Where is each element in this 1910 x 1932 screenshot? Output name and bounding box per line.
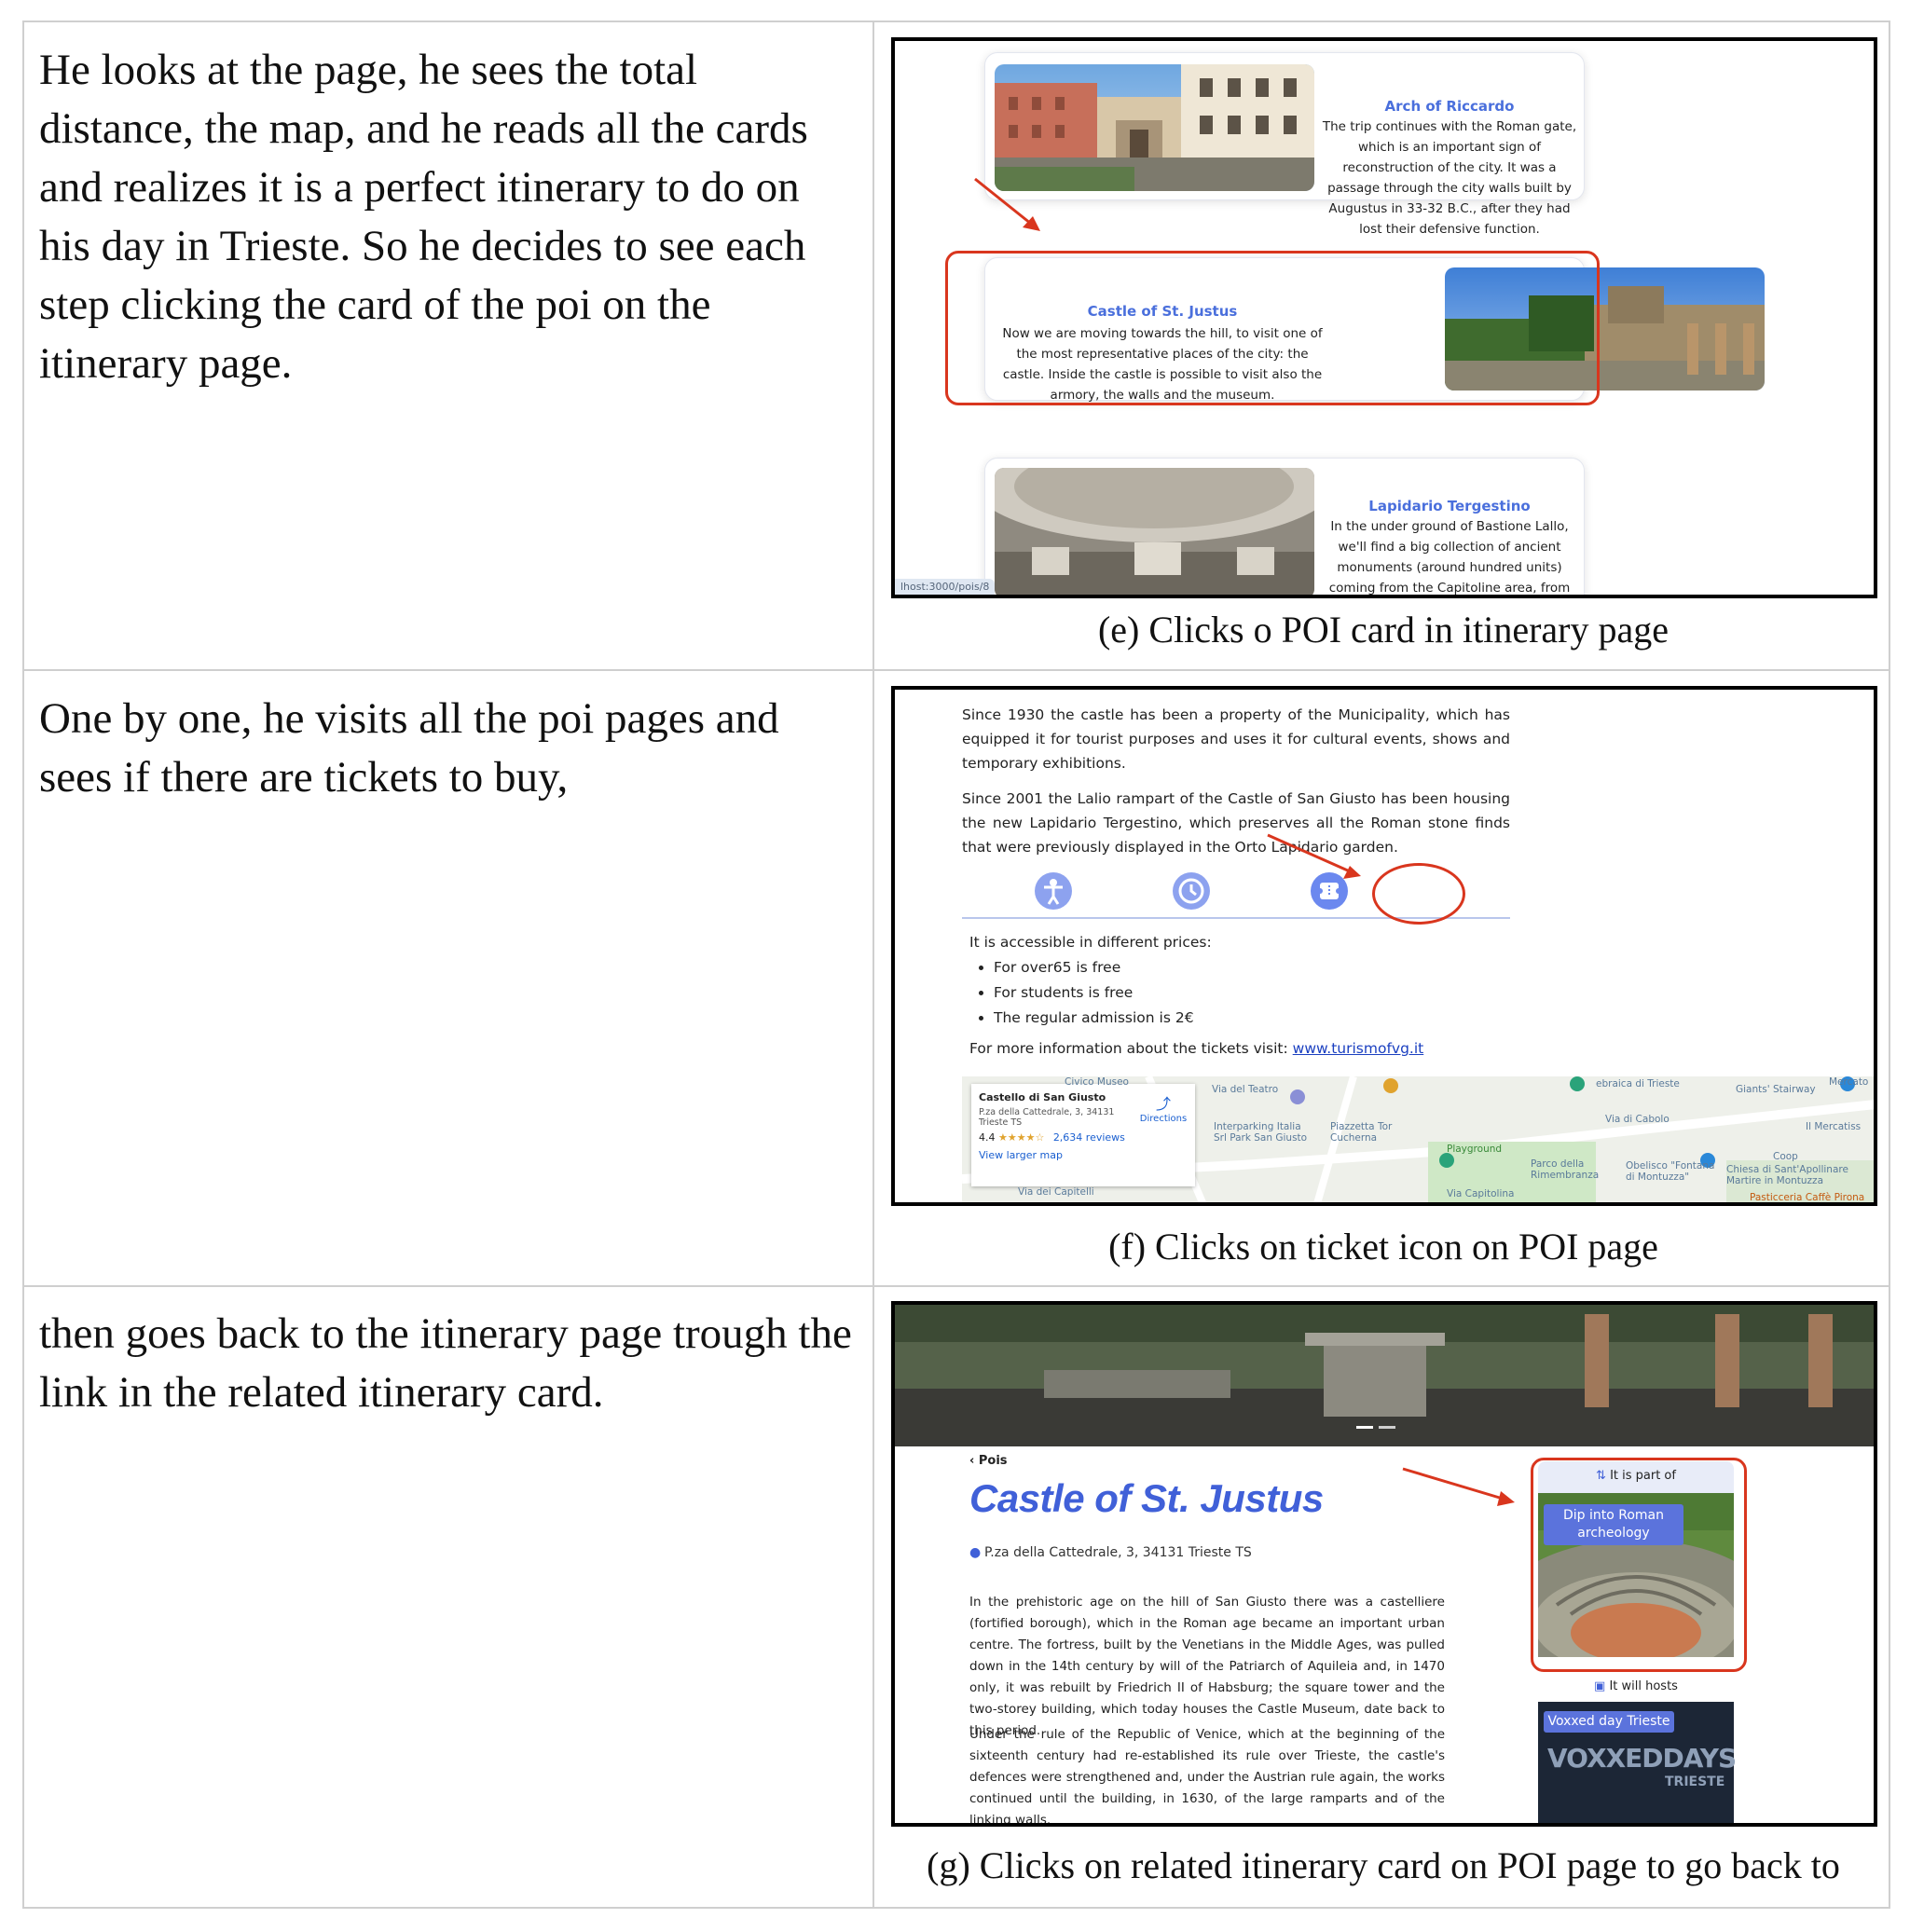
map-label: Il Mercatiss bbox=[1806, 1121, 1862, 1132]
prices-intro: It is accessible in different prices: bbox=[969, 934, 1212, 951]
caption-e: (e) Clicks o POI card in itinerary page bbox=[1097, 609, 1669, 651]
screenshot-poi-page-related: ‹ Pois Castle of St. Justus ● P.za della… bbox=[891, 1301, 1877, 1827]
map-label: Interparking Italia Srl Park San Giusto bbox=[1214, 1121, 1308, 1144]
map-label: Obelisco "Fontana di Montuzza" bbox=[1626, 1160, 1715, 1183]
caption-f: (f) Clicks on ticket icon on POI page bbox=[1108, 1226, 1658, 1267]
map-stars: ★★★★☆ bbox=[998, 1131, 1045, 1144]
hosts-text: It will hosts bbox=[1609, 1679, 1678, 1693]
directions-label: Directions bbox=[1139, 1114, 1188, 1124]
hosts-label: ▣ It will hosts bbox=[1538, 1679, 1734, 1693]
more-info: For more information about the tickets v… bbox=[969, 1036, 1423, 1062]
map-label: ebraica di Trieste bbox=[1596, 1078, 1680, 1089]
map-place-address: P.za della Cattedrale, 3, 34131 Trieste … bbox=[979, 1107, 1115, 1128]
row-divider bbox=[22, 1285, 1890, 1287]
map-label: Pasticceria Caffè Pirona bbox=[1750, 1192, 1865, 1203]
map-label: Civico Museo bbox=[1065, 1076, 1129, 1088]
story-text-f: One by one, he visits all the poi pages … bbox=[39, 694, 779, 802]
screenshot-poi-page-tickets: Since 1930 the castle has been a propert… bbox=[891, 686, 1877, 1206]
map-label: Chiesa di Sant'Apollinare Martire in Mon… bbox=[1726, 1164, 1848, 1186]
screenshot-itinerary-page: Arch of Riccardo The trip continues with… bbox=[891, 37, 1877, 598]
story-text-e: He looks at the page, he sees the total … bbox=[39, 46, 808, 388]
map-label: Parco della Rimembranza bbox=[1531, 1158, 1600, 1181]
row-divider bbox=[22, 669, 1890, 671]
embedded-map[interactable]: Castello di San Giusto P.za della Catted… bbox=[962, 1076, 1874, 1203]
map-info-card: Castello di San Giusto P.za della Catted… bbox=[971, 1084, 1195, 1186]
story-text-g: then goes back to the itinerary page tro… bbox=[39, 1309, 852, 1417]
map-label: Via Capitolina bbox=[1447, 1188, 1515, 1199]
map-rating: 4.4 bbox=[979, 1131, 996, 1144]
directions-icon: ⤴ bbox=[1155, 1095, 1171, 1113]
map-label: Coop bbox=[1773, 1151, 1798, 1162]
calendar-icon: ▣ bbox=[1594, 1679, 1610, 1693]
price-item: For students is free bbox=[994, 980, 1423, 1006]
map-larger-link[interactable]: View larger map bbox=[979, 1149, 1188, 1161]
tickets-link[interactable]: www.turismofvg.it bbox=[1293, 1040, 1424, 1057]
ticket-prices: It is accessible in different prices: Fo… bbox=[969, 930, 1423, 1062]
price-item: For over65 is free bbox=[994, 955, 1423, 980]
map-label: Via di Cabolo bbox=[1605, 1114, 1670, 1125]
map-label: Mercato bbox=[1829, 1076, 1869, 1088]
arrow-annotation bbox=[974, 177, 1040, 231]
event-logo-sub: TRIESTE bbox=[1665, 1774, 1725, 1789]
map-label: Via dei Capitelli bbox=[1018, 1186, 1094, 1198]
event-logo: VOXXEDDAYS bbox=[1547, 1743, 1737, 1774]
caption-g: (g) Clicks on related itinerary card on … bbox=[927, 1844, 1840, 1886]
price-item: The regular admission is 2€ bbox=[994, 1006, 1423, 1031]
map-label: Via del Teatro bbox=[1212, 1084, 1279, 1095]
map-reviews[interactable]: 2,634 reviews bbox=[1053, 1131, 1125, 1144]
map-label: Giants' Stairway bbox=[1736, 1084, 1816, 1095]
event-tag: Voxxed day Trieste bbox=[1544, 1711, 1674, 1733]
map-directions[interactable]: ⤴ Directions bbox=[1137, 1091, 1189, 1124]
event-card[interactable]: Voxxed day Trieste VOXXEDDAYS TRIESTE bbox=[1538, 1702, 1737, 1823]
column-divider bbox=[873, 21, 874, 1909]
more-info-label: For more information about the tickets v… bbox=[969, 1040, 1288, 1057]
map-label: Piazzetta Tor Cucherna bbox=[1330, 1121, 1393, 1144]
map-label: Playground bbox=[1447, 1144, 1503, 1155]
